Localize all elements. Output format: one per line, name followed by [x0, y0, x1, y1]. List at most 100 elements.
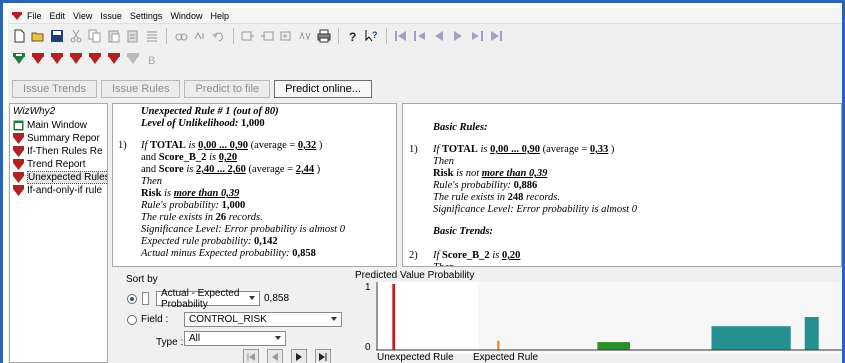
rule-icon [13, 159, 24, 170]
standard-toolbar: ? ? [8, 25, 842, 47]
b-icon[interactable]: B [144, 51, 160, 67]
rule-header: Unexpected Rule # 1 (out of 80) [141, 106, 279, 117]
prev-record-icon[interactable] [431, 28, 447, 44]
tree-item-summary-report[interactable]: Summary Repor [10, 132, 107, 145]
y-tick-label-top: 1 [365, 282, 371, 293]
chevron-down-icon [249, 296, 255, 300]
first-button[interactable] [243, 349, 259, 363]
menu-bar: File Edit View Issue Settings Window Hel… [8, 8, 842, 24]
toolbar-separator [233, 28, 234, 44]
menu-view[interactable]: View [73, 11, 92, 21]
rule-back-icon[interactable] [259, 28, 275, 44]
rule-icon [13, 185, 24, 196]
last-icon [319, 352, 327, 361]
field-dropdown[interactable]: CONTROL_RISK [184, 312, 342, 327]
svg-text:B: B [148, 55, 155, 66]
new-file-icon[interactable] [11, 28, 27, 44]
tree-root[interactable]: WizWhy2 [10, 106, 107, 119]
unlikelihood-level: Level of Unlikelihood: 1,000 [141, 118, 265, 129]
basic-rule-probability: Rule's probability: 0,886 [433, 180, 538, 191]
basic-rules-pane: Basic Rules: 1) If TOTAL is 0,00 ... 0,9… [402, 103, 842, 267]
rule-report-red-icon[interactable] [30, 51, 46, 67]
basic-rule-condition: If TOTAL is 0,00 ... 0,90 (average = 0,3… [433, 144, 615, 155]
tab-predict-online[interactable]: Predict online... [274, 80, 372, 98]
basic-rule-result: Risk is not more than 0,39 [433, 168, 548, 179]
type-dropdown[interactable]: All [184, 331, 286, 346]
x-label-expected-rule: Expected Rule [473, 352, 539, 363]
sort-direction-toggle[interactable] [142, 292, 149, 305]
find-icon[interactable] [173, 28, 189, 44]
menu-help[interactable]: Help [210, 11, 229, 21]
window-icon [13, 120, 24, 131]
prev-button[interactable] [267, 349, 283, 363]
menu-edit[interactable]: Edit [50, 11, 66, 21]
tab-issue-rules[interactable]: Issue Rules [100, 80, 181, 98]
sort-radio[interactable] [127, 294, 137, 304]
tree-item-if-then-rules[interactable]: If-Then Rules Re [10, 145, 107, 158]
print-icon[interactable] [316, 28, 332, 44]
open-folder-icon[interactable] [30, 28, 46, 44]
svg-text:?: ? [372, 30, 378, 40]
next-record-icon[interactable] [450, 28, 466, 44]
field-radio[interactable] [127, 315, 137, 325]
rule-forward-icon[interactable] [240, 28, 256, 44]
menu-issue[interactable]: Issue [100, 11, 122, 21]
save-icon[interactable] [49, 28, 65, 44]
rule-icon [13, 172, 24, 183]
field-label: Field : [141, 314, 169, 325]
rule-report-disabled-icon[interactable] [125, 51, 141, 67]
menu-settings[interactable]: Settings [130, 11, 163, 21]
tab-predict-to-file[interactable]: Predict to file [184, 80, 271, 98]
tree-item-main-window[interactable]: Main Window [10, 119, 107, 132]
paste-icon[interactable] [106, 28, 122, 44]
rule-report-red-icon[interactable] [87, 51, 103, 67]
project-tree: WizWhy2 Main Window Summary Repor If-The… [9, 103, 108, 363]
menu-window[interactable]: Window [170, 11, 202, 21]
condition-2: and Score_B_2 is 0,20 [141, 152, 238, 163]
unexpected-rule-pane: Unexpected Rule # 1 (out of 80) Level of… [112, 103, 397, 267]
rule-result: Risk is more than 0,39 [141, 188, 240, 199]
rule-report-red-icon[interactable] [49, 51, 65, 67]
tab-issue-trends[interactable]: Issue Trends [12, 80, 97, 98]
next-button[interactable] [291, 349, 307, 363]
rule-report-green-icon[interactable] [11, 51, 27, 67]
rule-add-icon[interactable] [278, 28, 294, 44]
list-icon[interactable] [144, 28, 160, 44]
replace-icon[interactable] [192, 28, 208, 44]
last-button[interactable] [315, 349, 331, 363]
sort-dropdown[interactable]: Actual - Expected Probability [156, 288, 260, 310]
rule-number: 1) [409, 144, 418, 155]
next-icon [296, 352, 302, 361]
script-icon[interactable] [297, 28, 313, 44]
rule-report-red-icon[interactable] [106, 51, 122, 67]
next-page-icon[interactable] [469, 28, 485, 44]
cut-icon[interactable] [68, 28, 84, 44]
chart-title: Predicted Value Probability [355, 270, 475, 281]
context-help-icon[interactable]: ? [364, 28, 380, 44]
help-icon[interactable]: ? [345, 28, 361, 44]
significance-level: Significance Level: Error probability is… [141, 224, 345, 235]
chart-bar-4 [711, 326, 791, 350]
tree-item-trend-report[interactable]: Trend Report [10, 158, 107, 171]
tree-item-if-and-only-if[interactable]: If-and-only-if rule [10, 184, 107, 197]
then-label: Then [433, 262, 454, 266]
actual-minus-expected: Actual minus Expected probability: 0,858 [141, 248, 316, 259]
type-label: Type : [156, 337, 184, 348]
x-label-unexpected-rule: Unexpected Rule [377, 352, 454, 363]
rule-number: 2) [409, 250, 418, 261]
copy-icon[interactable] [87, 28, 103, 44]
chevron-down-icon [331, 317, 337, 321]
tree-item-unexpected-rules[interactable]: Unexpected Rules [10, 171, 107, 184]
prev-page-icon[interactable] [412, 28, 428, 44]
rule-icon [13, 146, 24, 157]
undo-icon[interactable] [211, 28, 227, 44]
then-label: Then [433, 156, 454, 167]
first-record-icon[interactable] [393, 28, 409, 44]
chart-bar-5 [804, 317, 819, 350]
last-record-icon[interactable] [488, 28, 504, 44]
sort-by-label: Sort by [126, 274, 158, 285]
rule-record-count: The rule exists in 26 records. [141, 212, 263, 223]
menu-file[interactable]: File [27, 11, 42, 21]
rule-report-red-icon[interactable] [68, 51, 84, 67]
paste-special-icon[interactable] [125, 28, 141, 44]
